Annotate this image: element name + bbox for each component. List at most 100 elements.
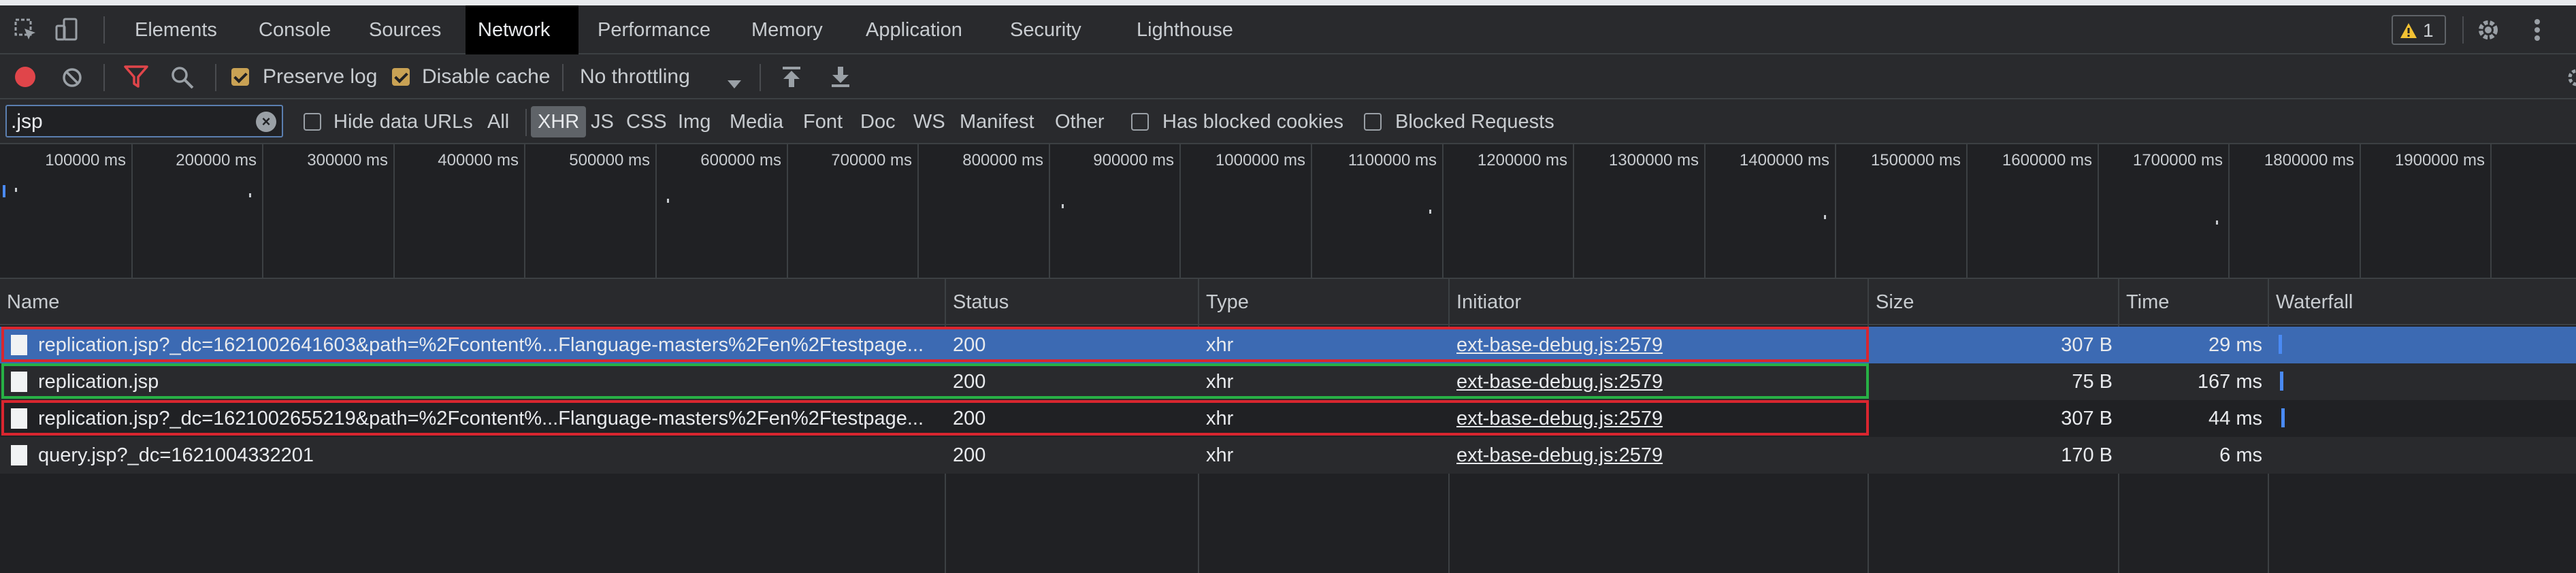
device-toolbar-icon[interactable] — [54, 18, 79, 42]
export-har-icon[interactable] — [830, 65, 851, 88]
has-blocked-cookies-checkbox[interactable] — [1131, 113, 1149, 131]
warnings-count: 1 — [2423, 20, 2434, 41]
timeline-tick-label: 200000 ms — [176, 151, 257, 169]
filter-type-doc[interactable]: Doc — [860, 99, 896, 144]
timeline-tick-label: 1400000 ms — [1739, 151, 1829, 169]
document-icon — [11, 445, 27, 465]
clear-icon[interactable] — [61, 67, 83, 88]
tab-network[interactable]: Network — [466, 5, 578, 54]
filter-type-font[interactable]: Font — [803, 99, 843, 144]
timeline-overview[interactable]: 100000 ms 200000 ms 300000 ms 400000 ms 5000… — [0, 144, 2576, 279]
tab-lighthouse[interactable]: Lighthouse — [1124, 5, 1245, 54]
blocked-requests-checkbox[interactable] — [1364, 113, 1382, 131]
preserve-log-label[interactable]: Preserve log — [263, 54, 377, 99]
tab-console[interactable]: Console — [246, 5, 343, 54]
toolbar-divider — [760, 64, 761, 91]
tab-bar-divider — [103, 16, 105, 44]
hide-data-urls-checkbox[interactable] — [304, 113, 321, 131]
column-header-size[interactable]: Size — [1869, 279, 1914, 325]
blocked-requests-label[interactable]: Blocked Requests — [1395, 99, 1554, 144]
more-options-icon[interactable] — [2530, 16, 2544, 44]
column-header-name[interactable]: Name — [0, 279, 59, 325]
timeline-gridline — [2360, 144, 2361, 278]
tab-performance[interactable]: Performance — [585, 5, 723, 54]
filter-type-css[interactable]: CSS — [626, 99, 667, 144]
timeline-gridline — [787, 144, 788, 278]
chevron-down-icon[interactable] — [727, 72, 742, 88]
warnings-badge[interactable]: 1 — [2392, 15, 2446, 45]
timeline-tick-label: 600000 ms — [700, 151, 781, 169]
throttling-select[interactable]: No throttling — [580, 54, 690, 99]
waterfall-bar — [2281, 408, 2285, 427]
request-initiator-link[interactable]: ext-base-debug.js:2579 — [1456, 363, 1858, 400]
timeline-tick-label: 1100000 ms — [1348, 151, 1437, 169]
timeline-tick-label: 300000 ms — [307, 151, 388, 169]
tab-application[interactable]: Application — [853, 5, 975, 54]
waterfall-bar — [2280, 372, 2283, 391]
network-settings-gear-icon[interactable] — [2567, 68, 2576, 87]
window-top-strip — [0, 0, 2576, 5]
request-size: 170 B — [2061, 444, 2113, 466]
request-row[interactable]: replication.jsp?_dc=1621002655219&path=%… — [0, 400, 2576, 437]
filter-type-manifest[interactable]: Manifest — [960, 99, 1034, 144]
inspect-element-icon[interactable] — [14, 18, 38, 42]
timeline-tick-label: 700000 ms — [831, 151, 912, 169]
timeline-tick-label: 1200000 ms — [1477, 151, 1567, 169]
settings-gear-icon[interactable] — [2475, 16, 2502, 44]
tab-elements[interactable]: Elements — [123, 5, 229, 54]
timeline-request-marker — [667, 199, 669, 203]
filter-input[interactable]: .jsp × — [5, 105, 283, 137]
filter-bar: .jsp × Hide data URLs All XHR JS CSS Img… — [0, 99, 2576, 144]
request-row[interactable]: replication.jsp 200 xhr ext-base-debug.js:2… — [0, 363, 2576, 400]
import-har-icon[interactable] — [781, 65, 802, 88]
timeline-gridline — [917, 144, 919, 278]
filter-type-js[interactable]: JS — [591, 99, 614, 144]
filter-type-all[interactable]: All — [487, 99, 509, 144]
timeline-gridline — [1179, 144, 1181, 278]
clear-filter-icon[interactable]: × — [256, 112, 276, 132]
request-time: 44 ms — [2208, 408, 2262, 429]
disable-cache-checkbox[interactable] — [392, 68, 410, 86]
request-initiator-link[interactable]: ext-base-debug.js:2579 — [1456, 437, 1858, 474]
has-blocked-cookies-label[interactable]: Has blocked cookies — [1162, 99, 1343, 144]
timeline-request-marker — [249, 193, 251, 197]
network-toolbar: Preserve log Disable cache No throttling — [0, 54, 2576, 99]
record-icon[interactable] — [15, 67, 35, 87]
tab-sources[interactable]: Sources — [357, 5, 453, 54]
column-header-type[interactable]: Type — [1199, 279, 1249, 325]
timeline-gridline — [2490, 144, 2492, 278]
hide-data-urls-label[interactable]: Hide data URLs — [333, 99, 473, 144]
column-header-status[interactable]: Status — [946, 279, 1009, 325]
request-row[interactable]: query.jsp?_dc=1621004332201 200 xhr ext-bas… — [0, 437, 2576, 474]
timeline-tick-label: 1500000 ms — [1870, 151, 1961, 169]
request-type: xhr — [1206, 444, 1234, 466]
request-type: xhr — [1206, 334, 1234, 356]
disable-cache-label[interactable]: Disable cache — [422, 54, 550, 99]
search-icon[interactable] — [170, 65, 195, 90]
request-status: 200 — [953, 371, 986, 393]
filter-type-media[interactable]: Media — [730, 99, 783, 144]
filter-type-img[interactable]: Img — [678, 99, 711, 144]
column-header-time[interactable]: Time — [2119, 279, 2169, 325]
request-row[interactable]: replication.jsp?_dc=1621002641603&path=%… — [0, 327, 2576, 363]
toolbar-divider — [103, 64, 105, 91]
request-size: 75 B — [2072, 371, 2113, 393]
filter-icon[interactable] — [124, 65, 148, 88]
request-initiator-link[interactable]: ext-base-debug.js:2579 — [1456, 400, 1858, 437]
timeline-gridline — [1442, 144, 1444, 278]
timeline-gridline — [1966, 144, 1968, 278]
preserve-log-checkbox[interactable] — [231, 68, 249, 86]
filter-type-other[interactable]: Other — [1055, 99, 1105, 144]
request-initiator-link[interactable]: ext-base-debug.js:2579 — [1456, 327, 1858, 363]
column-header-waterfall[interactable]: Waterfall — [2269, 279, 2353, 325]
tab-memory[interactable]: Memory — [739, 5, 835, 54]
filter-type-ws[interactable]: WS — [913, 99, 945, 144]
timeline-gridline — [262, 144, 263, 278]
timeline-tick-label: 500000 ms — [569, 151, 650, 169]
toolbar-divider — [215, 64, 216, 91]
filter-type-xhr[interactable]: XHR — [531, 106, 587, 137]
tab-security[interactable]: Security — [998, 5, 1094, 54]
column-header-initiator[interactable]: Initiator — [1450, 279, 1521, 325]
request-name: query.jsp?_dc=1621004332201 — [38, 444, 314, 466]
filter-input-value[interactable]: .jsp — [11, 106, 43, 136]
